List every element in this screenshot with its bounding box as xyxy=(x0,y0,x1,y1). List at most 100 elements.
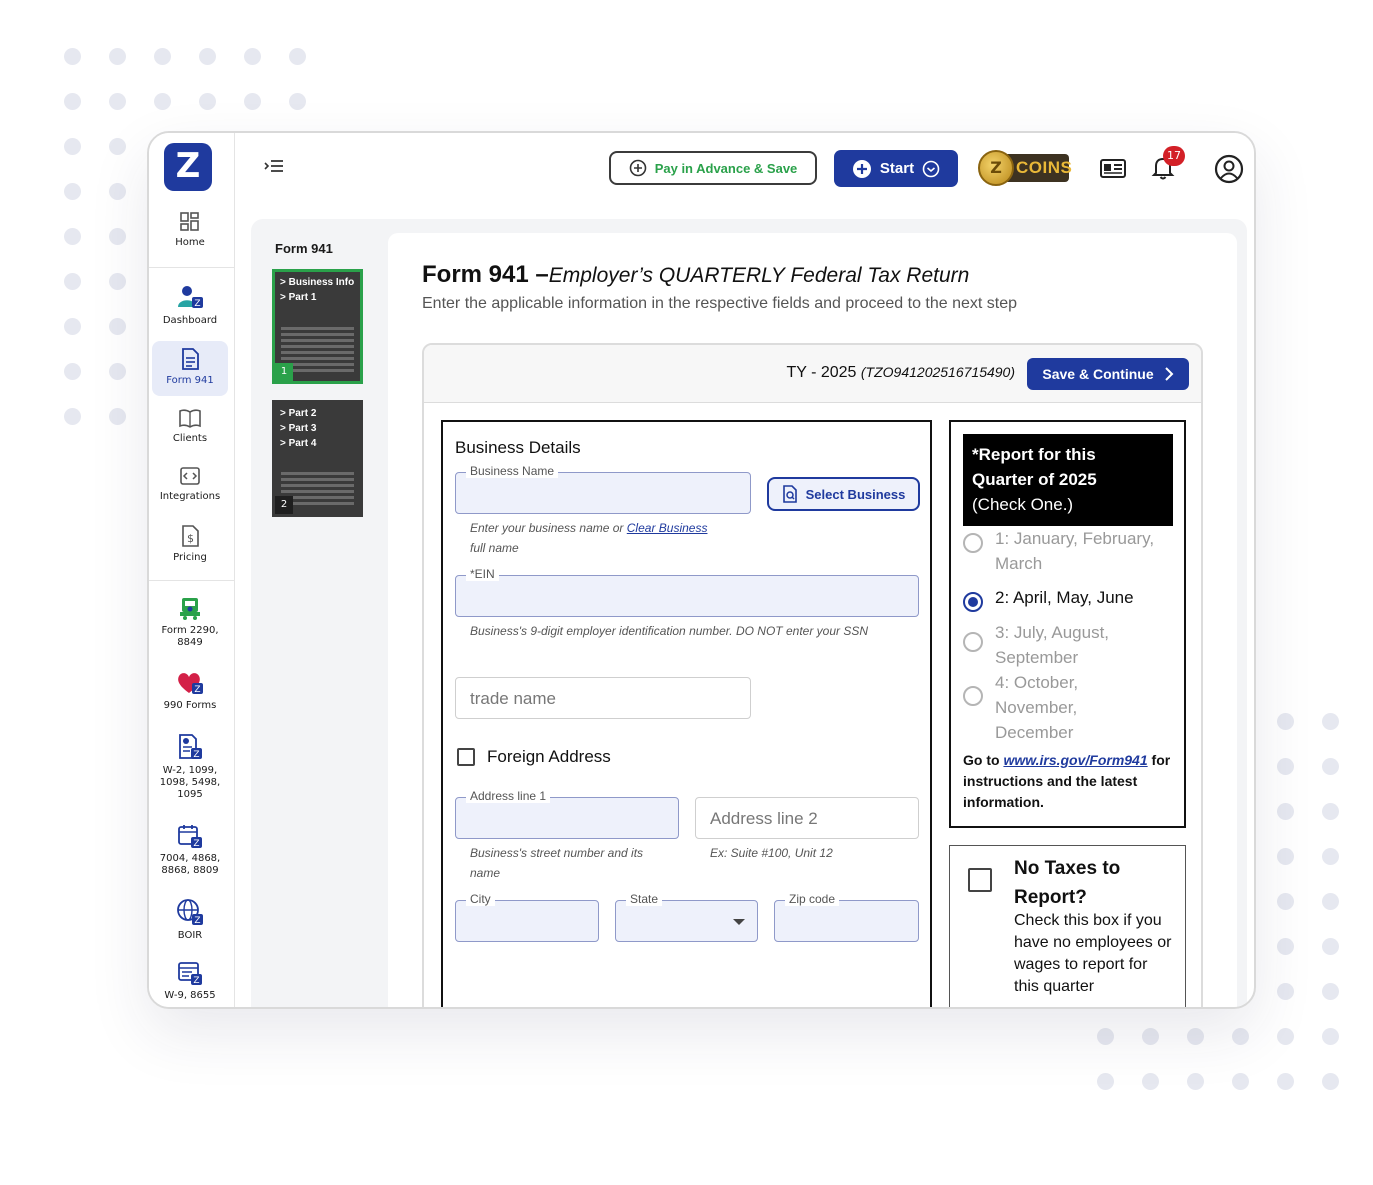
app-window: Z Home Z Dashboard Form 941 Clients Inte… xyxy=(147,131,1256,1009)
caret-down-icon xyxy=(733,919,745,925)
page-thumbnail-2[interactable]: > Part 2 > Part 3 > Part 4 2 xyxy=(272,400,363,517)
irs-link[interactable]: www.irs.gov/Form941 xyxy=(1003,752,1147,768)
tax-form-icon: Z xyxy=(179,734,202,760)
quarter-option-4[interactable]: 4: October, November, December xyxy=(963,670,1105,745)
business-name-input[interactable]: Business Name xyxy=(455,464,751,514)
sidebar-item-home[interactable]: Home xyxy=(152,211,228,248)
app-logo[interactable]: Z xyxy=(164,143,212,191)
save-label: Save & Continue xyxy=(1042,366,1154,382)
sidebar-item-label: 7004, 4868, 8868, 8809 xyxy=(159,853,221,876)
sidebar-item-label: Form 2290, 8849 xyxy=(161,625,219,648)
sidebar-item-w9[interactable]: Z W-9, 8655 xyxy=(152,960,228,1001)
menu-collapse-icon[interactable] xyxy=(263,158,285,176)
quarter-selection-section: *Report for this Quarter of 2025 (Check … xyxy=(949,420,1186,828)
id-card-icon[interactable] xyxy=(1099,157,1127,179)
notification-count-badge: 17 xyxy=(1163,146,1185,166)
thumb-label: > Part 3 xyxy=(280,423,317,434)
radio-button[interactable] xyxy=(963,533,983,553)
hint-text: full name xyxy=(470,541,519,555)
checkbox[interactable] xyxy=(457,748,475,766)
plus-circle-icon xyxy=(629,159,647,177)
no-taxes-checkbox[interactable] xyxy=(968,868,992,892)
option-label: 1: January, February, March xyxy=(995,529,1155,573)
sidebar-item-label: Integrations xyxy=(159,491,221,502)
clear-business-link[interactable]: Clear Business xyxy=(627,521,708,535)
coin-icon: Z xyxy=(978,150,1014,186)
sidebar: Z Home Z Dashboard Form 941 Clients Inte… xyxy=(149,133,235,1007)
sidebar-item-label: BOIR xyxy=(177,930,203,941)
form-card: TY - 2025 (TZO941202516715490) Save & Co… xyxy=(422,343,1203,1007)
thumb-label: > Part 2 xyxy=(280,408,317,419)
pay-label: Pay in Advance & Save xyxy=(654,160,798,176)
foreign-address-checkbox[interactable]: Foreign Address xyxy=(457,747,611,767)
sidebar-item-label: Pricing xyxy=(173,552,207,563)
form-card-header: TY - 2025 (TZO941202516715490) Save & Co… xyxy=(424,345,1201,403)
address-line-2-input[interactable]: Address line 2 xyxy=(695,797,919,839)
field-label: Address line 1 xyxy=(466,789,551,803)
svg-text:Z: Z xyxy=(194,685,200,695)
state-select[interactable]: State xyxy=(615,892,758,942)
address-line-1-input[interactable]: Address line 1 xyxy=(455,789,679,839)
price-document-icon: $ xyxy=(182,525,199,547)
option-label: 3: July, August, September xyxy=(995,623,1110,667)
trade-name-input[interactable]: trade name xyxy=(455,677,751,719)
heart-icon: Z xyxy=(178,673,203,695)
start-button[interactable]: Start xyxy=(834,150,958,187)
option-label: 2: April, May, June xyxy=(995,588,1134,607)
page-thumbnail-1[interactable]: > Business Info > Part 1 1 xyxy=(272,269,363,384)
svg-text:Z: Z xyxy=(193,750,199,760)
field-label: Business Name xyxy=(466,464,559,478)
svg-text:Z: Z xyxy=(193,976,199,986)
field-label: State xyxy=(626,892,663,906)
sidebar-item-form-941[interactable]: Form 941 xyxy=(152,341,228,396)
tax-return-id: (TZO941202516715490) xyxy=(860,364,1015,380)
save-continue-button[interactable]: Save & Continue xyxy=(1027,358,1189,390)
sidebar-item-label: Home xyxy=(175,237,205,248)
quarter-option-3[interactable]: 3: July, August, September xyxy=(963,620,1135,670)
user-dashboard-icon: Z xyxy=(178,286,203,309)
divider xyxy=(149,580,235,581)
thumbnails-title: Form 941 xyxy=(275,241,333,256)
placeholder: trade name xyxy=(470,689,556,708)
form-window-icon: Z xyxy=(178,962,202,986)
quarter-option-1[interactable]: 1: January, February, March xyxy=(963,526,1173,576)
sidebar-item-label: W-2, 1099, 1098, 5498, 1095 xyxy=(159,765,221,800)
radio-button[interactable] xyxy=(963,632,983,652)
zip-code-input[interactable]: Zip code xyxy=(774,892,919,942)
sidebar-item-pricing[interactable]: $ Pricing xyxy=(152,524,228,563)
sidebar-item-form-2290[interactable]: Form 2290, 8849 xyxy=(152,595,228,649)
checkbox-label: Foreign Address xyxy=(487,747,611,766)
sidebar-item-clients[interactable]: Clients xyxy=(152,407,228,444)
quarter-option-2[interactable]: 2: April, May, June xyxy=(963,585,1173,612)
radio-button-selected[interactable] xyxy=(963,592,983,612)
sidebar-item-w2-1099[interactable]: Z W-2, 1099, 1098, 5498, 1095 xyxy=(152,733,228,801)
sidebar-item-integrations[interactable]: Integrations xyxy=(152,465,228,502)
field-label: *EIN xyxy=(466,567,499,581)
sidebar-item-dashboard[interactable]: Z Dashboard xyxy=(152,283,228,326)
document-icon xyxy=(182,348,199,370)
city-input[interactable]: City xyxy=(455,892,599,942)
tax-year: TY - 2025 (TZO941202516715490) xyxy=(786,364,1015,382)
sidebar-item-990-forms[interactable]: Z 990 Forms xyxy=(152,670,228,711)
tax-year-label: TY - 2025 xyxy=(786,364,857,381)
plus-circle-icon xyxy=(852,159,871,178)
book-icon xyxy=(179,409,201,428)
code-window-icon xyxy=(180,467,200,485)
chevron-down-icon xyxy=(922,160,940,177)
pay-in-advance-button[interactable]: Pay in Advance & Save xyxy=(609,151,817,185)
coins-badge[interactable]: COINS Z xyxy=(978,150,1072,186)
no-taxes-title: No Taxes to Report? xyxy=(1014,858,1121,908)
ein-input[interactable]: *EIN xyxy=(455,567,919,617)
svg-text:Z: Z xyxy=(194,916,200,926)
radio-button[interactable] xyxy=(963,686,983,706)
thumb-label: > Part 4 xyxy=(280,438,317,449)
select-business-button[interactable]: Select Business xyxy=(767,477,920,511)
ein-hint: Business's 9-digit employer identificati… xyxy=(470,624,869,638)
address-2-hint: Ex: Suite #100, Unit 12 xyxy=(710,846,833,860)
sidebar-item-extensions[interactable]: Z 7004, 4868, 8868, 8809 xyxy=(152,823,228,877)
sidebar-item-boir[interactable]: Z BOIR xyxy=(152,898,228,941)
thumb-page-number: 2 xyxy=(275,496,293,514)
svg-text:Z: Z xyxy=(193,839,199,849)
thumb-label: > Business Info xyxy=(280,277,355,288)
user-account-icon[interactable] xyxy=(1214,154,1244,184)
